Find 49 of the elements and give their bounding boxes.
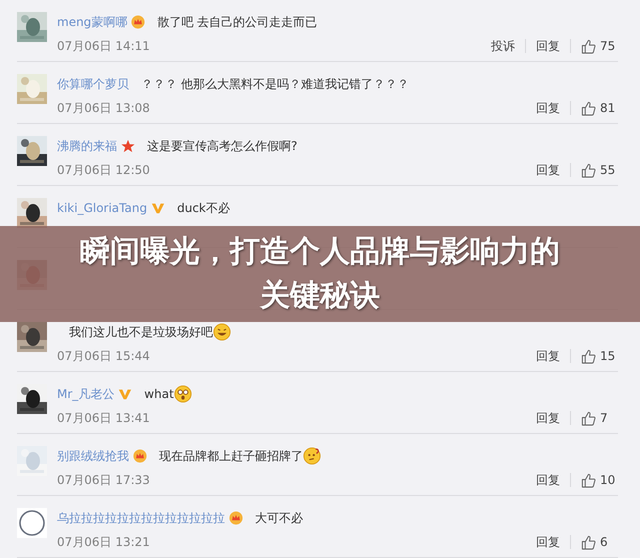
grin-emoji-icon [213, 323, 231, 341]
comment-text: 现在品牌都上赶子砸招牌了 [159, 448, 303, 464]
reply-link[interactable]: 回复 [536, 38, 560, 54]
comment-time: 07月06日 14:11 [57, 38, 150, 54]
comment-text: 我们这儿也不是垃圾场好吧 [69, 324, 213, 340]
reply-link[interactable]: 回复 [536, 348, 560, 364]
like-count: 6 [600, 535, 609, 549]
like-count: 55 [600, 163, 616, 177]
reply-link[interactable]: 回复 [536, 162, 560, 178]
comment-text: ？？？ 他那么大黑料不是吗？难道我记错了？？？ [141, 76, 409, 92]
comment-text: duck不必 [177, 200, 230, 216]
thumbs-up-icon[interactable] [581, 410, 596, 426]
verified-icon [151, 201, 166, 215]
reply-link[interactable]: 回复 [536, 100, 560, 116]
comment-time: 07月06日 12:50 [57, 162, 150, 178]
comment-time: 07月06日 13:41 [57, 410, 150, 426]
thumbs-up-icon[interactable] [581, 534, 596, 550]
thumbs-up-icon[interactable] [581, 162, 596, 178]
like-count: 7 [600, 411, 609, 425]
star-icon [121, 139, 135, 153]
reply-link[interactable]: 回复 [536, 534, 560, 550]
crown-icon [229, 511, 243, 525]
reply-link[interactable]: 回复 [536, 472, 560, 488]
thumbs-up-icon[interactable] [581, 100, 596, 116]
thumbs-up-icon[interactable] [581, 472, 596, 488]
comment-text: what [144, 387, 174, 401]
comment-time: 07月06日 15:44 [57, 348, 150, 364]
reply-link[interactable]: 回复 [536, 410, 560, 426]
verified-icon [118, 387, 132, 401]
comment-time: 07月06日 13:21 [57, 534, 150, 550]
comment-text: 散了吧 去自己的公司走走而已 [157, 14, 318, 30]
thumbs-up-icon[interactable] [581, 38, 596, 54]
thumbs-up-icon[interactable] [581, 348, 596, 364]
puzzled-emoji-icon [303, 447, 321, 465]
like-count: 81 [600, 101, 616, 115]
comment-time: 07月06日 13:08 [57, 100, 150, 116]
headline-text: 关键秘诀 [260, 277, 380, 315]
surprised-emoji-icon [174, 385, 192, 403]
crown-icon [131, 15, 146, 29]
comment-time: 07月06日 17:33 [57, 472, 150, 488]
like-count: 15 [600, 349, 616, 363]
like-count: 10 [600, 473, 616, 487]
crown-icon [133, 449, 147, 463]
avatar-icon [17, 508, 47, 538]
comment-text: 这是要宣传高考怎么作假啊? [147, 138, 298, 154]
comment-text: 大可不必 [255, 510, 303, 526]
like-count: 75 [600, 39, 616, 53]
headline-text: 瞬间曝光，打造个人品牌与影响力的 [80, 233, 560, 271]
report-link[interactable]: 投诉 [491, 38, 515, 54]
